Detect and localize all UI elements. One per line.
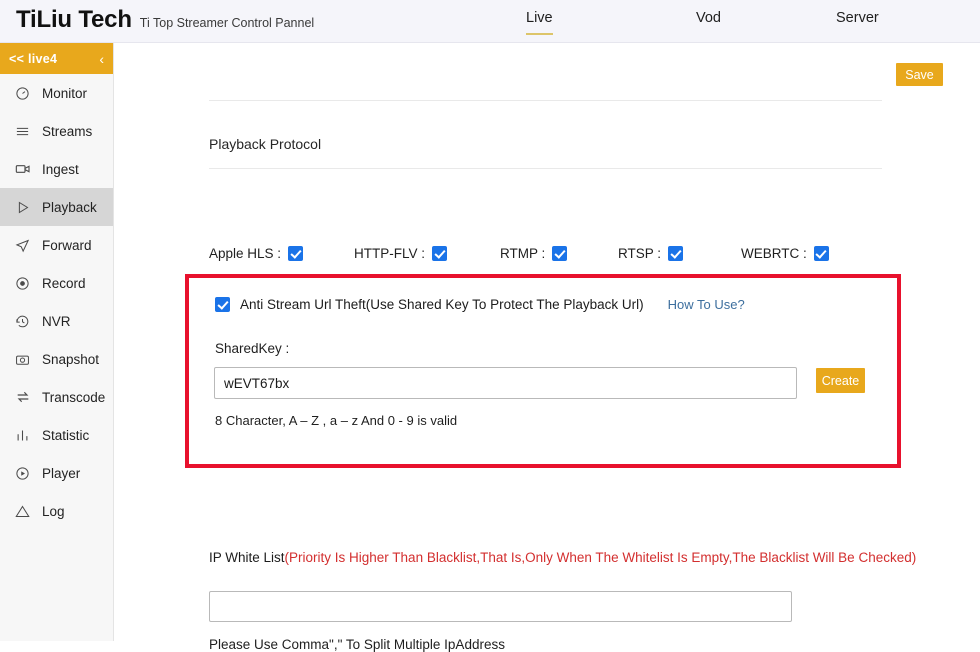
anti-theft-label: Anti Stream Url Theft(Use Shared Key To …	[240, 297, 644, 312]
video-camera-icon	[14, 161, 31, 178]
protocol-rtmp: RTMP :	[500, 246, 568, 261]
bar-chart-icon	[14, 427, 31, 444]
divider-under-section-title	[209, 168, 882, 169]
sidebar-item-label: Snapshot	[42, 351, 100, 367]
anti-theft-checkbox[interactable]	[215, 297, 230, 312]
sidebar-item-log[interactable]: Log	[0, 492, 113, 530]
sidebar-item-ingest[interactable]: Ingest	[0, 150, 113, 188]
ip-white-list-label: IP White List(Priority Is Higher Than Bl…	[209, 550, 916, 565]
sidebar-item-label: Streams	[42, 123, 93, 139]
camera-icon	[14, 351, 31, 368]
sidebar-item-transcode[interactable]: Transcode	[0, 378, 113, 416]
brand: TiLiu Tech Ti Top Streamer Control Panne…	[16, 6, 314, 34]
sidebar-group-label: << live4	[9, 51, 58, 66]
sidebar-item-streams[interactable]: Streams	[0, 112, 113, 150]
sidebar-item-label: Ingest	[42, 161, 79, 177]
list-icon	[14, 123, 31, 140]
sidebar-item-statistic[interactable]: Statistic	[0, 416, 113, 454]
protocol-label: RTMP :	[500, 246, 546, 261]
play-icon	[14, 199, 31, 216]
main-content: Save Playback Protocol Apple HLS : HTTP-…	[114, 43, 980, 652]
sidebar-item-label: Log	[42, 503, 65, 519]
sidebar-item-label: Forward	[42, 237, 92, 253]
protocol-checkbox-rtsp[interactable]	[668, 246, 684, 261]
anti-theft-row: Anti Stream Url Theft(Use Shared Key To …	[215, 297, 745, 312]
tab-live[interactable]: Live	[526, 10, 553, 35]
brand-subtitle: Ti Top Streamer Control Pannel	[139, 16, 315, 30]
divider-top	[209, 100, 882, 101]
sidebar: << live4 ‹ Monitor Streams Ingest Playba…	[0, 43, 114, 641]
protocol-checkbox-webrtc[interactable]	[813, 246, 829, 261]
warning-triangle-icon	[14, 503, 31, 520]
sidebar-item-label: Record	[42, 275, 86, 291]
protocol-apple-hls: Apple HLS :	[209, 246, 304, 261]
save-button[interactable]: Save	[896, 63, 943, 86]
ip-white-list-warning: (Priority Is Higher Than Blacklist,That …	[284, 550, 917, 565]
sidebar-item-nvr[interactable]: NVR	[0, 302, 113, 340]
sidebar-item-playback[interactable]: Playback	[0, 188, 113, 226]
protocol-label: Apple HLS :	[209, 246, 282, 261]
sidebar-item-player[interactable]: Player	[0, 454, 113, 492]
protocol-webrtc: WEBRTC :	[741, 246, 829, 261]
sidebar-item-label: Statistic	[42, 427, 90, 443]
protocol-checkbox-apple-hls[interactable]	[288, 246, 304, 261]
history-clock-icon	[14, 313, 31, 330]
sharedkey-input[interactable]	[214, 367, 797, 399]
chevron-left-icon[interactable]: ‹	[99, 52, 104, 66]
sharedkey-hint: 8 Character, A – Z , a – z And 0 - 9 is …	[215, 413, 458, 428]
gauge-icon	[14, 85, 31, 102]
protocol-checkbox-http-flv[interactable]	[432, 246, 448, 261]
how-to-use-link[interactable]: How To Use?	[668, 297, 745, 312]
protocol-checkbox-rtmp[interactable]	[552, 246, 568, 261]
brand-name: TiLiu Tech	[16, 6, 132, 33]
send-icon	[14, 237, 31, 254]
sidebar-group-header-live4[interactable]: << live4 ‹	[0, 43, 113, 74]
tab-server[interactable]: Server	[836, 10, 879, 33]
section-title-playback-protocol: Playback Protocol	[209, 136, 322, 152]
sidebar-item-label: Player	[42, 465, 81, 481]
swap-arrows-icon	[14, 389, 31, 406]
top-header-bar: TiLiu Tech Ti Top Streamer Control Panne…	[0, 0, 980, 43]
sidebar-item-label: NVR	[42, 313, 71, 329]
record-dot-icon	[14, 275, 31, 292]
protocol-http-flv: HTTP-FLV :	[354, 246, 448, 261]
playback-protocol-row: Apple HLS : HTTP-FLV : RTMP : RTSP : WEB…	[209, 246, 909, 268]
protocol-label: WEBRTC :	[741, 246, 807, 261]
main-nav-tabs: Live Vod Server	[500, 0, 980, 43]
play-circle-icon	[14, 465, 31, 482]
ip-white-list-hint: Please Use Comma"," To Split Multiple Ip…	[209, 637, 505, 652]
sidebar-item-label: Monitor	[42, 85, 88, 101]
sidebar-item-label: Transcode	[42, 389, 106, 405]
anti-stream-url-theft-highlight: Anti Stream Url Theft(Use Shared Key To …	[185, 274, 901, 468]
sidebar-item-record[interactable]: Record	[0, 264, 113, 302]
sidebar-item-label: Playback	[42, 199, 97, 215]
sidebar-item-snapshot[interactable]: Snapshot	[0, 340, 113, 378]
sharedkey-label: SharedKey :	[215, 341, 290, 356]
tab-vod[interactable]: Vod	[696, 10, 721, 33]
protocol-label: HTTP-FLV :	[354, 246, 426, 261]
ip-white-list-input[interactable]	[209, 591, 792, 622]
sidebar-item-forward[interactable]: Forward	[0, 226, 113, 264]
protocol-rtsp: RTSP :	[618, 246, 684, 261]
sidebar-item-monitor[interactable]: Monitor	[0, 74, 113, 112]
ip-white-list-title: IP White List	[209, 550, 285, 565]
protocol-label: RTSP :	[618, 246, 662, 261]
create-sharedkey-button[interactable]: Create	[816, 368, 865, 393]
